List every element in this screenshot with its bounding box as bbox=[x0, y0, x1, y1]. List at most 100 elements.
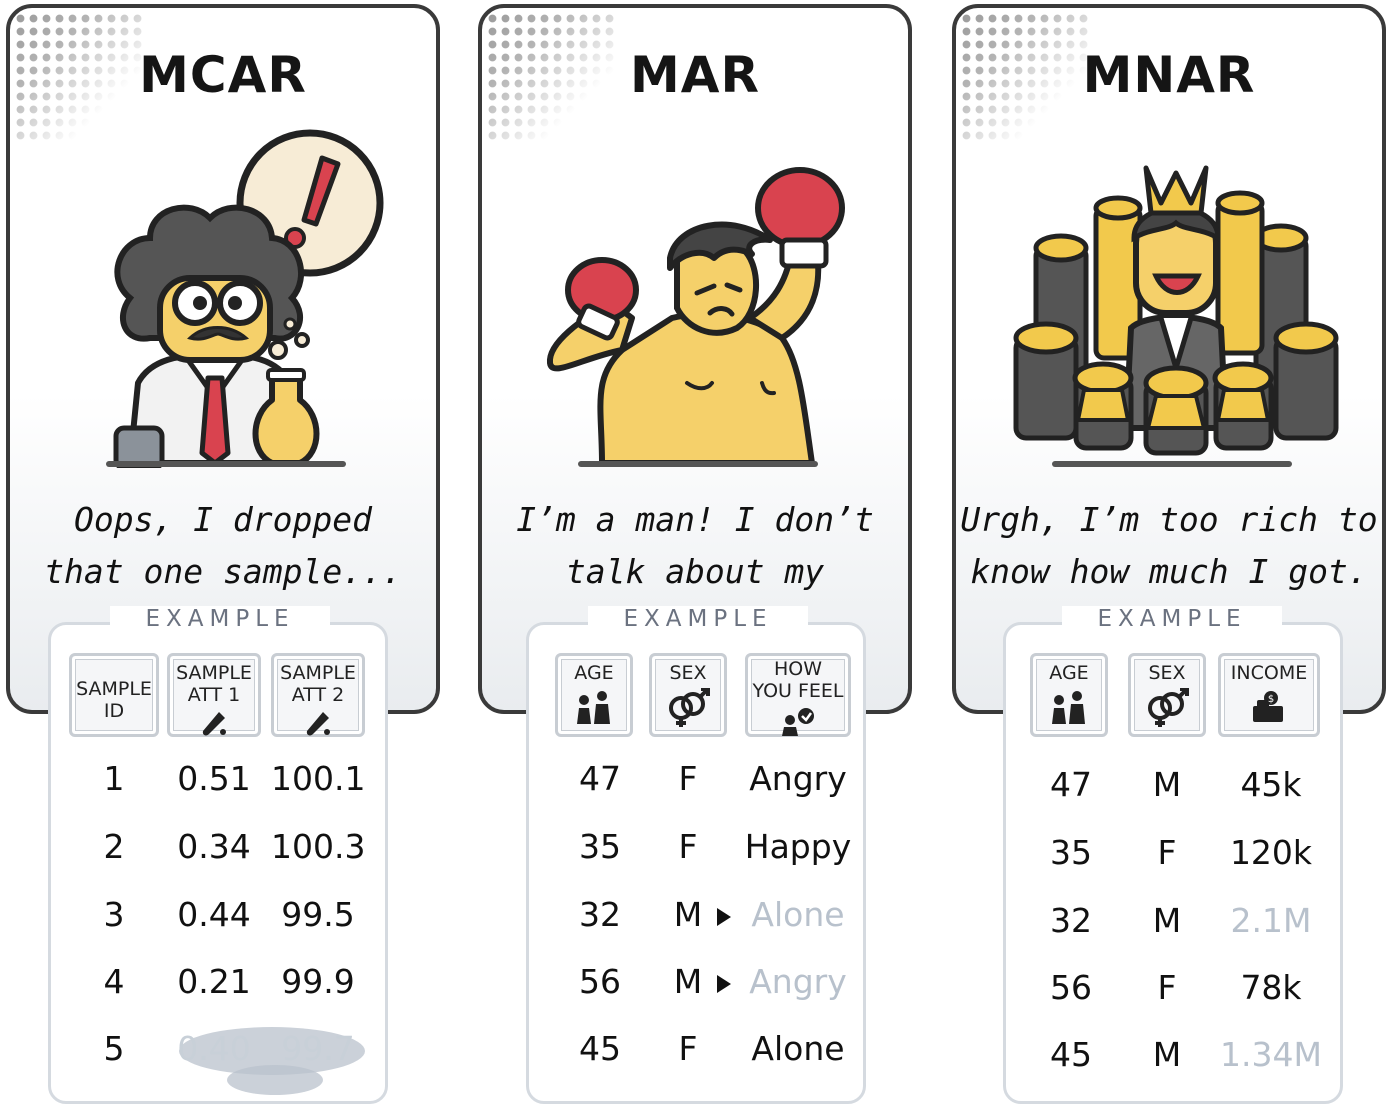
table-cell: M bbox=[1152, 765, 1182, 804]
table-cell: F bbox=[1157, 833, 1177, 872]
card-title: MCAR bbox=[139, 46, 307, 104]
arrow-icon bbox=[717, 975, 731, 993]
table-cell-missing: 1.34M bbox=[1220, 1035, 1322, 1074]
header-line-2: ID bbox=[103, 700, 125, 722]
test-tube-icon bbox=[306, 712, 330, 736]
example-label: EXAMPLE bbox=[1062, 606, 1282, 632]
caption: Urgh, I’m too rich to know how much I go… bbox=[956, 494, 1382, 598]
table-cell-spilled: 0.40 bbox=[177, 1029, 251, 1068]
table-cell: M bbox=[1152, 1035, 1182, 1074]
table-cell: F bbox=[678, 759, 698, 798]
table-cell: 100.1 bbox=[271, 759, 366, 798]
table-cell: Happy bbox=[744, 827, 852, 866]
header-line-1: SAMPLE bbox=[280, 662, 356, 684]
table-cell-spilled: 99.7 bbox=[281, 1029, 355, 1068]
column-header-age: AGE bbox=[555, 653, 633, 737]
table-cell: 99.5 bbox=[281, 895, 355, 934]
svg-text:$: $ bbox=[1268, 694, 1274, 705]
header-line-1: SEX bbox=[1148, 662, 1186, 684]
column-header-sample-att-1: SAMPLE ATT 1 bbox=[167, 653, 261, 737]
example-table-mnar: AGE SEX INCOME $ 47 M 45k 35 F 120k 32 M… bbox=[1003, 622, 1343, 1104]
table-cell: 0.51 bbox=[177, 759, 251, 798]
header-line-1: SEX bbox=[669, 662, 707, 684]
example-table-mar: AGE SEX HOW YOU FEEL 47 F Angry 35 F Hap… bbox=[526, 622, 866, 1104]
table-cell: M bbox=[1152, 901, 1182, 940]
table-cell: 99.9 bbox=[281, 962, 355, 1001]
people-icon bbox=[577, 691, 610, 724]
table-cell: 32 bbox=[579, 895, 621, 934]
table-cell-missing: Angry bbox=[749, 962, 847, 1001]
header-line-1: AGE bbox=[574, 662, 614, 684]
table-cell: M bbox=[673, 962, 703, 1001]
boxer-illustration bbox=[547, 167, 845, 466]
example-label: EXAMPLE bbox=[588, 606, 808, 632]
header-line-2: YOU FEEL bbox=[752, 680, 844, 702]
table-cell: 4 bbox=[103, 962, 125, 1001]
column-header-sex: SEX bbox=[649, 653, 727, 737]
table-cell: 56 bbox=[579, 962, 621, 1001]
column-header-age: AGE bbox=[1030, 653, 1108, 737]
header-line-1: INCOME bbox=[1230, 662, 1308, 684]
header-line-2: ATT 1 bbox=[187, 684, 241, 706]
header-line-1: SAMPLE bbox=[76, 678, 152, 700]
table-cell: Alone bbox=[751, 1029, 845, 1068]
table-cell: 47 bbox=[579, 759, 621, 798]
table-cell: F bbox=[678, 1029, 698, 1068]
column-header-how-you-feel: HOW YOU FEEL bbox=[745, 653, 851, 737]
table-cell: 0.21 bbox=[177, 962, 251, 1001]
test-tube-icon bbox=[202, 712, 226, 736]
scientist-illustration bbox=[113, 129, 384, 468]
header-line-1: HOW bbox=[773, 658, 823, 680]
people-icon bbox=[1052, 691, 1085, 724]
caption-line-1: I’m a man! I don’t bbox=[516, 500, 874, 539]
table-cell: 3 bbox=[103, 895, 125, 934]
card-title: MAR bbox=[630, 46, 760, 104]
table-cell: 0.34 bbox=[177, 827, 251, 866]
table-cell: F bbox=[678, 827, 698, 866]
table-cell: Angry bbox=[749, 759, 847, 798]
table-cell: 0.44 bbox=[177, 895, 251, 934]
money-icon: $ bbox=[1253, 691, 1283, 722]
column-header-sex: SEX bbox=[1128, 653, 1206, 737]
table-cell: 32 bbox=[1050, 901, 1092, 940]
stage-line bbox=[106, 461, 346, 467]
rich-man-illustration bbox=[1013, 165, 1339, 456]
table-cell: 120k bbox=[1229, 833, 1313, 872]
example-table-mcar: SAMPLE ID SAMPLE ATT 1 SAMPLE ATT 2 1 0.… bbox=[48, 622, 388, 1104]
table-cell: 45 bbox=[579, 1029, 621, 1068]
column-header-sample-id: SAMPLE ID bbox=[69, 653, 159, 737]
table-cell: 2 bbox=[103, 827, 125, 866]
card-title: MNAR bbox=[1082, 46, 1256, 104]
table-cell-missing: Alone bbox=[751, 895, 845, 934]
caption-line-1: Urgh, I’m too rich to bbox=[960, 500, 1378, 539]
table-cell: 56 bbox=[1050, 968, 1092, 1007]
caption-line-2: that one sample... bbox=[44, 552, 402, 591]
header-line-1: AGE bbox=[1049, 662, 1089, 684]
table-cell: 35 bbox=[579, 827, 621, 866]
table-cell: M bbox=[673, 895, 703, 934]
feeling-icon bbox=[782, 708, 814, 736]
table-cell: 45k bbox=[1240, 765, 1302, 804]
stage-line bbox=[578, 461, 818, 467]
table-cell: 35 bbox=[1050, 833, 1092, 872]
table-cell: 5 bbox=[103, 1029, 125, 1068]
table-cell: 47 bbox=[1050, 765, 1092, 804]
column-header-income: INCOME $ bbox=[1218, 653, 1320, 737]
spill-puddle bbox=[227, 1065, 323, 1095]
caption-line-2: know how much I got. bbox=[970, 552, 1368, 591]
column-header-sample-att-2: SAMPLE ATT 2 bbox=[271, 653, 365, 737]
gender-icon bbox=[1148, 688, 1189, 727]
gender-icon bbox=[669, 688, 710, 727]
table-cell: 100.3 bbox=[271, 827, 366, 866]
example-label: EXAMPLE bbox=[110, 606, 330, 632]
table-cell-missing: 2.1M bbox=[1230, 901, 1312, 940]
arrow-icon bbox=[717, 908, 731, 926]
stage-line bbox=[1052, 461, 1292, 467]
table-cell: F bbox=[1157, 968, 1177, 1007]
caption: Oops, I dropped that one sample... bbox=[10, 494, 436, 598]
table-cell: 45 bbox=[1050, 1035, 1092, 1074]
header-line-2: ATT 2 bbox=[291, 684, 345, 706]
caption-line-1: Oops, I dropped bbox=[73, 500, 372, 539]
table-cell: 78k bbox=[1240, 968, 1302, 1007]
table-cell: 1 bbox=[103, 759, 125, 798]
